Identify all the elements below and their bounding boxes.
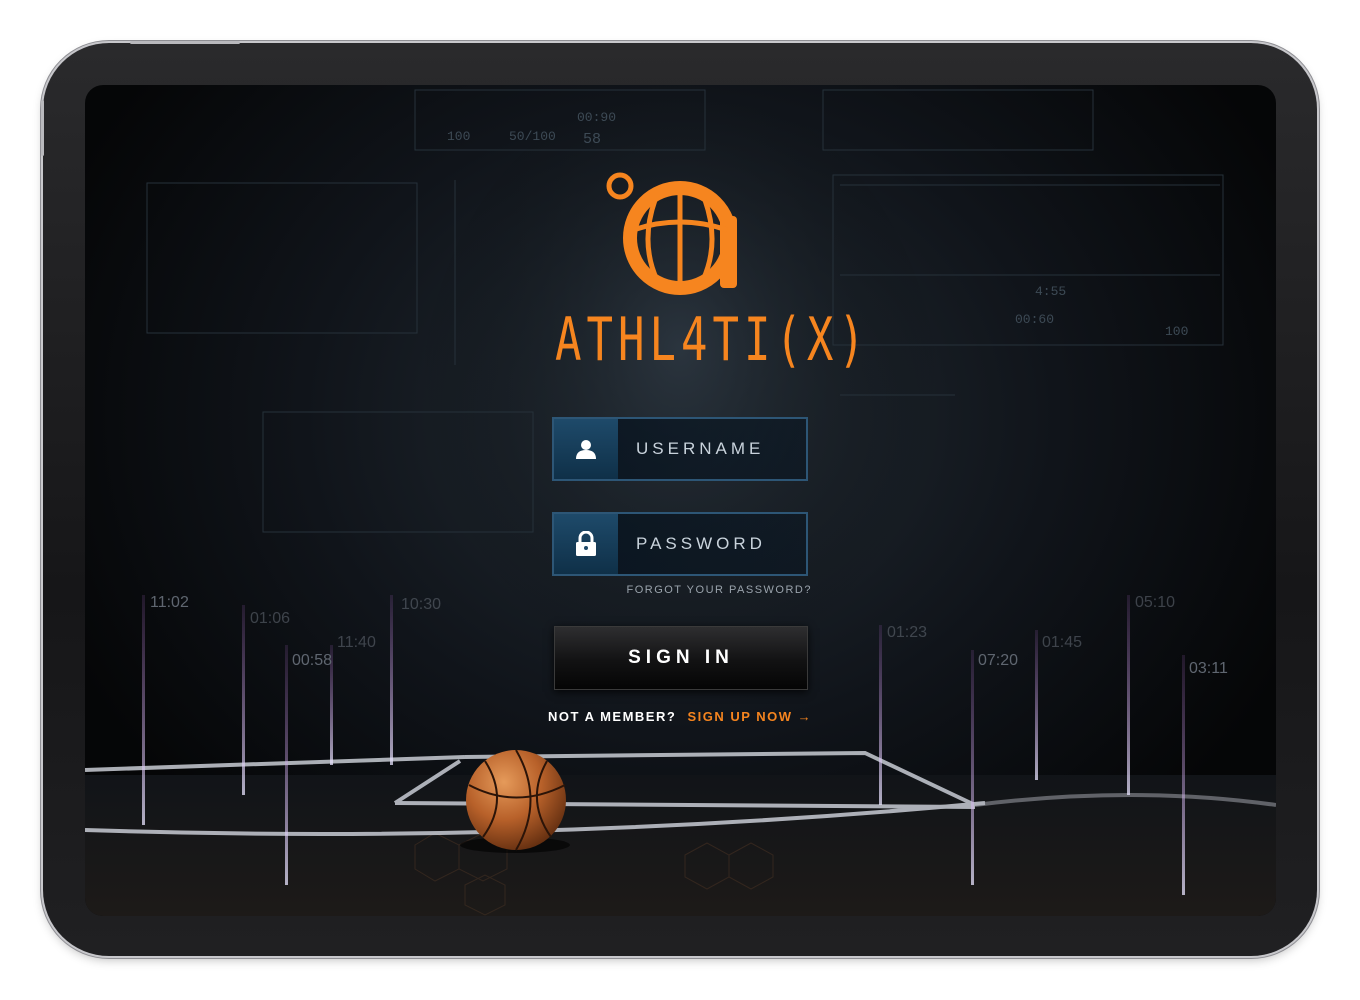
svg-text:100: 100 xyxy=(447,129,470,144)
user-icon xyxy=(576,440,596,459)
lock-icon xyxy=(576,531,596,556)
user-icon-box xyxy=(554,419,618,479)
volume-button xyxy=(41,100,44,156)
arrow-right-icon[interactable]: → xyxy=(798,709,813,724)
svg-text:50/100: 50/100 xyxy=(509,129,556,144)
timer-label: 11:40 xyxy=(337,634,376,651)
timer-label: 07:20 xyxy=(978,652,1018,669)
username-field[interactable]: USERNAME xyxy=(552,417,808,481)
timer-label: 10:30 xyxy=(401,596,441,613)
password-placeholder: PASSWORD xyxy=(636,534,766,553)
not-a-member-text: NOT A MEMBER? xyxy=(548,709,677,724)
sign-up-link[interactable]: SIGN UP NOW xyxy=(687,709,792,724)
timer-label: 01:23 xyxy=(887,624,927,641)
svg-text:00:60: 00:60 xyxy=(1015,312,1054,327)
svg-text:00:90: 00:90 xyxy=(577,110,616,125)
svg-text:4:55: 4:55 xyxy=(1035,284,1066,299)
sign-in-button[interactable]: SIGN IN xyxy=(554,626,808,690)
top-button xyxy=(130,41,240,44)
password-field[interactable]: PASSWORD xyxy=(552,512,808,576)
app-logo: ATHL4TI(X) xyxy=(555,168,870,383)
svg-text:100: 100 xyxy=(1165,324,1188,339)
timer-label: 01:45 xyxy=(1042,634,1082,651)
lock-icon-box xyxy=(554,514,618,574)
username-placeholder: USERNAME xyxy=(636,439,765,458)
timer-label: 05:10 xyxy=(1135,594,1175,611)
timer-label: 03:11 xyxy=(1189,660,1228,677)
forgot-password-link[interactable]: FORGOT YOUR PASSWORD? xyxy=(612,584,812,596)
logo-wordmark: ATHL4TI(X) xyxy=(555,306,870,375)
timer-label: 01:06 xyxy=(250,610,290,627)
signup-prompt: NOT A MEMBER? SIGN UP NOW → xyxy=(548,709,838,724)
svg-text:58: 58 xyxy=(583,131,601,148)
timer-label: 00:58 xyxy=(292,652,332,669)
timer-label: 11:02 xyxy=(150,594,189,611)
basketball-logo-icon xyxy=(606,172,737,295)
